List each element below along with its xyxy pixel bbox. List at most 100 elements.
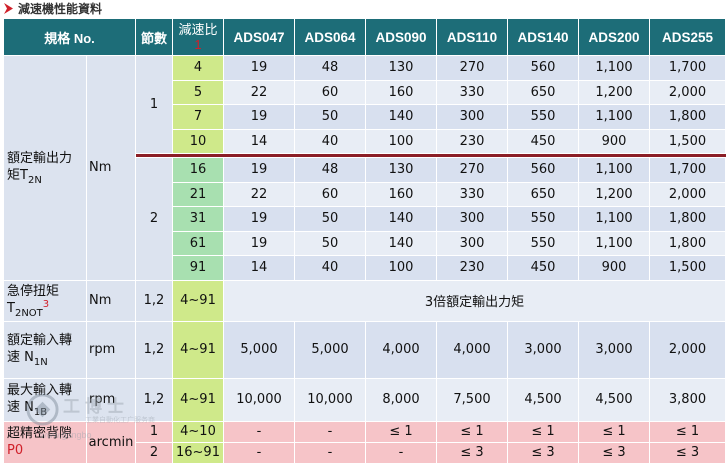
- value-cell: 4,000: [436, 320, 508, 379]
- arrow-bullet-icon: [4, 3, 13, 14]
- value-cell: 1,800: [649, 206, 726, 232]
- row-label-line1: 額定輸出力: [7, 151, 73, 167]
- value-cell: 4,500: [578, 377, 650, 422]
- value-cell: 3,000: [507, 320, 579, 379]
- value-cell: 550: [507, 206, 579, 232]
- value-cell: 40: [294, 128, 366, 154]
- ratio-cell: 4~10: [172, 420, 224, 443]
- row-label-line1: 急停扭矩: [7, 284, 60, 299]
- value-cell: ≤ 3: [649, 441, 726, 464]
- value-cell: -: [294, 420, 366, 443]
- value-cell: 300: [436, 230, 508, 256]
- stage-count: 1: [135, 55, 173, 154]
- row-unit: rpm: [86, 377, 136, 422]
- value-cell: 130: [365, 157, 437, 183]
- value-cell: ≤ 1: [365, 420, 437, 443]
- value-cell: 270: [436, 55, 508, 81]
- header-model: ADS140: [507, 18, 579, 56]
- value-cell: 19: [223, 55, 295, 81]
- ratio-cell: 21: [172, 181, 224, 207]
- value-cell: 48: [294, 157, 366, 183]
- stage-count: 1,2: [135, 279, 173, 322]
- ratio-cell: 10: [172, 128, 224, 154]
- value-cell: 330: [436, 181, 508, 207]
- stage-count: 1,2: [135, 320, 173, 379]
- ratio-cell: 4~91: [172, 320, 224, 379]
- value-cell: 560: [507, 55, 579, 81]
- row-unit: arcmin: [86, 420, 136, 464]
- value-cell: 140: [365, 206, 437, 232]
- value-cell: 1,100: [578, 104, 650, 130]
- value-cell: 300: [436, 104, 508, 130]
- header-model: ADS064: [294, 18, 366, 56]
- ratio-cell: 7: [172, 104, 224, 130]
- header-stages: 節數: [135, 18, 173, 56]
- value-cell: 900: [578, 128, 650, 154]
- value-cell: 1,100: [578, 230, 650, 256]
- table-row: 額定輸入轉速 N1N rpm 1,2 4~91 5,000 5,000 4,000 4,000…: [3, 320, 726, 379]
- value-cell: -: [223, 441, 295, 464]
- value-cell: 330: [436, 79, 508, 105]
- value-cell: 2,000: [649, 320, 726, 379]
- row-label-subscript: 2NOT: [14, 308, 43, 319]
- stage-count: 2: [135, 157, 173, 281]
- value-cell: 2,000: [649, 181, 726, 207]
- ratio-cell: 4: [172, 55, 224, 81]
- value-cell: 560: [507, 157, 579, 183]
- value-cell: 19: [223, 157, 295, 183]
- value-cell: ≤ 3: [436, 441, 508, 464]
- value-cell: 1,700: [649, 55, 726, 81]
- value-cell: 3,800: [649, 377, 726, 422]
- value-cell: 19: [223, 230, 295, 256]
- ratio-cell: 4~91: [172, 377, 224, 422]
- value-cell: ≤ 1: [436, 420, 508, 443]
- value-cell: 10,000: [223, 377, 295, 422]
- value-cell: 1,800: [649, 230, 726, 256]
- header-model: ADS200: [578, 18, 650, 56]
- row-label-line1: 額定輸入轉: [7, 333, 73, 348]
- value-cell: 1,100: [578, 206, 650, 232]
- row-unit: Nm: [86, 55, 136, 281]
- header-ratio-label: 減速比: [178, 22, 218, 37]
- value-cell: 60: [294, 79, 366, 105]
- header-row: 規格 No. 節數 減速比 1 ADS047 ADS064 ADS090 ADS…: [3, 18, 726, 56]
- value-cell: ≤ 1: [507, 420, 579, 443]
- value-cell: 1,100: [578, 157, 650, 183]
- row-label-line2: T: [7, 301, 15, 316]
- row-label-line1: 最大輸入轉: [7, 383, 73, 398]
- table-row: 額定輸出力 矩T2N Nm 1 4 19 48 130 270 560 1,100 1,700: [3, 55, 726, 281]
- value-cell: ≤ 1: [578, 420, 650, 443]
- table-row: 超精密背隙 P0 arcmin 1 4~10- - ≤ 1 ≤ 1 ≤ 1 ≤ 1 ≤ 1: [3, 420, 726, 464]
- value-cell: 100: [365, 128, 437, 154]
- value-cell: 650: [507, 181, 579, 207]
- header-model: ADS090: [365, 18, 437, 56]
- value-cell: 130: [365, 55, 437, 81]
- row-unit: rpm: [86, 320, 136, 379]
- value-cell: 450: [507, 128, 579, 154]
- row-label-subscript: 1N: [33, 357, 48, 368]
- value-cell: ≤ 3: [578, 441, 650, 464]
- value-cell: 650: [507, 79, 579, 105]
- value-cell: 300: [436, 206, 508, 232]
- value-cell: 4,500: [507, 377, 579, 422]
- page-title: 減速機性能資料: [18, 2, 103, 16]
- value-cell: 40: [294, 255, 366, 281]
- ratio-cell: 61: [172, 230, 224, 256]
- header-model: ADS110: [436, 18, 508, 56]
- value-cell: 50: [294, 230, 366, 256]
- stage-count: 1: [135, 420, 173, 443]
- value-cell: 3,000: [578, 320, 650, 379]
- value-cell: ≤ 3: [507, 441, 579, 464]
- ratio-cell: 16: [172, 157, 224, 183]
- row-label-line2: 矩T: [7, 168, 28, 184]
- value-cell: 19: [223, 206, 295, 232]
- ratio-cell: 5: [172, 79, 224, 105]
- value-cell: 22: [223, 181, 295, 207]
- stage-count: 1,2: [135, 377, 173, 422]
- performance-table: 規格 No. 節數 減速比 1 ADS047 ADS064 ADS090 ADS…: [3, 18, 726, 464]
- value-cell: 5,000: [294, 320, 366, 379]
- value-cell: 48: [294, 55, 366, 81]
- header-model: ADS255: [649, 18, 726, 56]
- row-label: 最大輸入轉速 N1B: [3, 377, 87, 422]
- stage-count: 2: [135, 441, 173, 464]
